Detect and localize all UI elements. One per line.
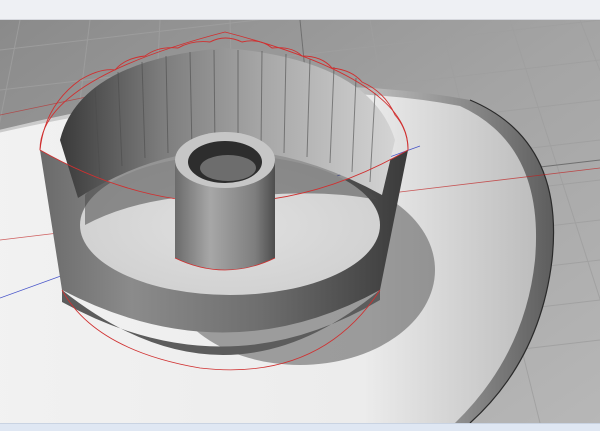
- status-strip: [0, 423, 600, 431]
- perspective-viewport[interactable]: [0, 20, 600, 423]
- title-strip: [0, 0, 600, 20]
- center-post-bore-highlight: [200, 155, 256, 181]
- cad-window: [0, 0, 600, 431]
